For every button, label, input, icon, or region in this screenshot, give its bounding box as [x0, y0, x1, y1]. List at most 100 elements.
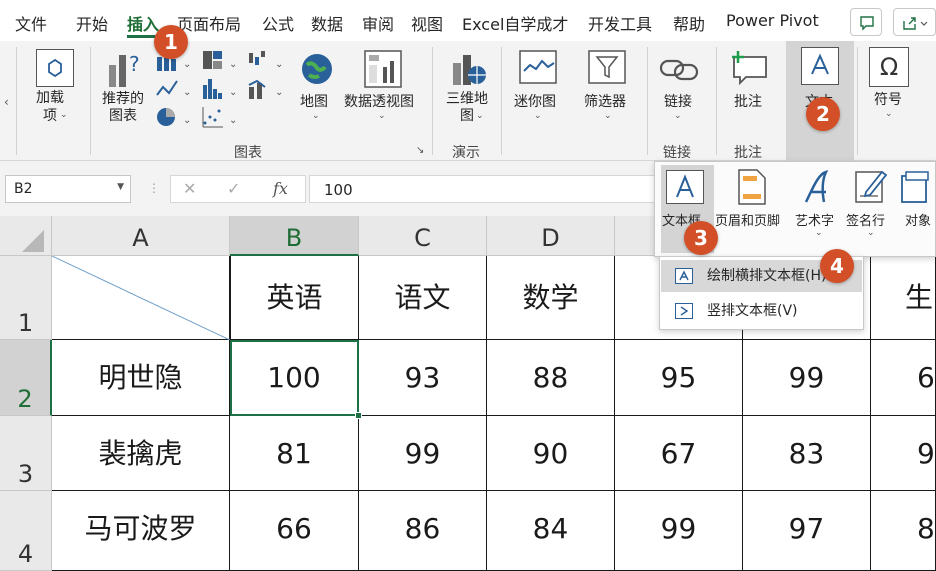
wordart-icon[interactable] — [802, 168, 836, 210]
tab-file[interactable]: 文件 — [15, 11, 47, 35]
hierarchy-chart-icon[interactable]: ⌄ — [201, 49, 241, 73]
cell-b3[interactable]: 81 — [230, 416, 359, 491]
symbol-icon[interactable]: Ω — [869, 47, 909, 87]
slicer-icon[interactable] — [587, 49, 627, 89]
tab-view[interactable]: 视图 — [411, 11, 443, 35]
chevron-down-icon[interactable]: ▼ — [117, 182, 124, 192]
cell-c4[interactable]: 86 — [359, 491, 487, 571]
vertical-textbox-icon — [675, 303, 693, 319]
header-footer-icon[interactable] — [737, 168, 767, 210]
cell-e2[interactable]: 95 — [615, 340, 743, 416]
object-icon[interactable] — [900, 170, 930, 210]
tab-developer[interactable]: 开发工具 — [588, 11, 652, 35]
cell-c1[interactable]: 语文 — [359, 256, 487, 340]
pivot-chart-icon[interactable] — [363, 49, 403, 93]
column-header-d[interactable]: D — [487, 216, 615, 256]
recommended-charts-label[interactable]: 推荐的 图表 — [102, 91, 144, 125]
svg-text:⌄: ⌄ — [183, 59, 191, 70]
recommended-charts-icon[interactable]: ? — [107, 51, 147, 93]
select-all-button[interactable] — [0, 216, 52, 256]
combo-chart-icon[interactable]: ⌄ — [247, 77, 287, 101]
charts-dialog-launcher-icon[interactable]: ↘ — [416, 145, 424, 156]
fill-handle[interactable] — [355, 412, 362, 419]
row-header-4[interactable]: 4 — [0, 491, 52, 571]
cell-a1[interactable] — [52, 256, 230, 340]
cell-c3[interactable]: 99 — [359, 416, 487, 491]
text-icon[interactable] — [801, 47, 839, 85]
map-icon[interactable] — [299, 51, 335, 91]
tab-excel-self-study[interactable]: Excel自学成才 — [462, 11, 568, 35]
svg-text:⌄: ⌄ — [275, 87, 283, 98]
cell-d4[interactable]: 84 — [487, 491, 615, 571]
map-label[interactable]: 地图 — [300, 91, 328, 111]
vertical-textbox-item[interactable]: 竖排文本框(V) — [661, 295, 862, 327]
column-header-b[interactable]: B — [230, 216, 359, 256]
formula-value: 100 — [324, 181, 353, 199]
cell-e4[interactable]: 99 — [615, 491, 743, 571]
link-label[interactable]: 链接 — [664, 91, 692, 111]
signature-line-icon[interactable] — [854, 168, 888, 210]
tab-power-pivot[interactable]: Power Pivot — [726, 11, 819, 30]
active-cell-selection — [230, 340, 359, 416]
column-header-a[interactable]: A — [52, 216, 230, 256]
cell-g3[interactable]: 9 — [871, 416, 936, 491]
scatter-chart-icon[interactable]: ⌄ — [201, 105, 241, 129]
pivot-chart-label[interactable]: 数据透视图 — [344, 91, 414, 111]
wordart-label[interactable]: 艺术字 — [795, 210, 834, 229]
tab-home[interactable]: 开始 — [76, 11, 108, 35]
enter-icon[interactable]: ✓ — [227, 179, 240, 198]
row-header-1[interactable]: 1 — [0, 256, 52, 340]
insert-function-icon[interactable]: fx — [273, 179, 288, 198]
cell-b4[interactable]: 66 — [230, 491, 359, 571]
cell-d1[interactable]: 数学 — [487, 256, 615, 340]
cell-c2[interactable]: 93 — [359, 340, 487, 416]
addins-icon[interactable] — [36, 49, 74, 87]
formula-input[interactable]: 100 — [309, 175, 669, 203]
statistic-chart-icon[interactable]: ⌄ — [201, 77, 241, 101]
svg-text:?: ? — [129, 52, 140, 76]
cell-a3[interactable]: 裴擒虎 — [52, 416, 230, 491]
comments-button[interactable] — [850, 8, 882, 36]
cell-f4[interactable]: 97 — [743, 491, 871, 571]
row-header-2[interactable]: 2 — [0, 340, 52, 416]
symbol-label[interactable]: 符号 — [874, 89, 902, 109]
new-comment-icon[interactable] — [728, 49, 770, 91]
pie-chart-icon[interactable]: ⌄ — [155, 105, 195, 129]
object-label[interactable]: 对象 — [905, 210, 931, 229]
cell-g4[interactable]: 8 — [871, 491, 936, 571]
header-footer-label[interactable]: 页眉和页脚 — [715, 210, 780, 229]
line-chart-icon[interactable]: ⌄ — [155, 77, 195, 101]
comment-label[interactable]: 批注 — [734, 91, 762, 111]
sparkline-label[interactable]: 迷你图 — [514, 91, 556, 111]
tab-insert[interactable]: 插入 — [127, 11, 159, 35]
cell-b1[interactable]: 英语 — [230, 256, 359, 340]
waterfall-chart-icon[interactable]: ⌄ — [247, 49, 287, 73]
share-button[interactable] — [893, 8, 936, 36]
3d-map-icon[interactable] — [449, 49, 489, 93]
ribbon-scroll-left-icon[interactable]: ‹ — [4, 95, 9, 109]
cell-a2[interactable]: 明世隐 — [52, 340, 230, 416]
tab-formulas[interactable]: 公式 — [262, 11, 294, 35]
cell-a4[interactable]: 马可波罗 — [52, 491, 230, 571]
cell-f2[interactable]: 99 — [743, 340, 871, 416]
sparkline-icon[interactable] — [518, 49, 558, 89]
tab-review[interactable]: 审阅 — [362, 11, 394, 35]
cell-d2[interactable]: 88 — [487, 340, 615, 416]
slicer-label[interactable]: 筛选器 — [584, 91, 626, 111]
tab-data[interactable]: 数据 — [311, 11, 343, 35]
signature-line-label[interactable]: 签名行 — [846, 210, 885, 229]
cell-f3[interactable]: 83 — [743, 416, 871, 491]
tab-help[interactable]: 帮助 — [673, 11, 705, 35]
textbox-icon[interactable] — [666, 170, 704, 204]
cell-e3[interactable]: 67 — [615, 416, 743, 491]
row-number: 4 — [17, 540, 34, 568]
tab-page-layout[interactable]: 页面布局 — [177, 11, 241, 35]
link-icon[interactable] — [659, 51, 699, 91]
row-header-3[interactable]: 3 — [0, 416, 52, 491]
cancel-icon[interactable]: ✕ — [183, 179, 196, 198]
column-header-c[interactable]: C — [359, 216, 487, 256]
cell-g1[interactable]: 生 — [871, 256, 936, 340]
name-box[interactable]: B2 ▼ — [5, 175, 131, 203]
cell-d3[interactable]: 90 — [487, 416, 615, 491]
cell-g2[interactable]: 6 — [871, 340, 936, 416]
